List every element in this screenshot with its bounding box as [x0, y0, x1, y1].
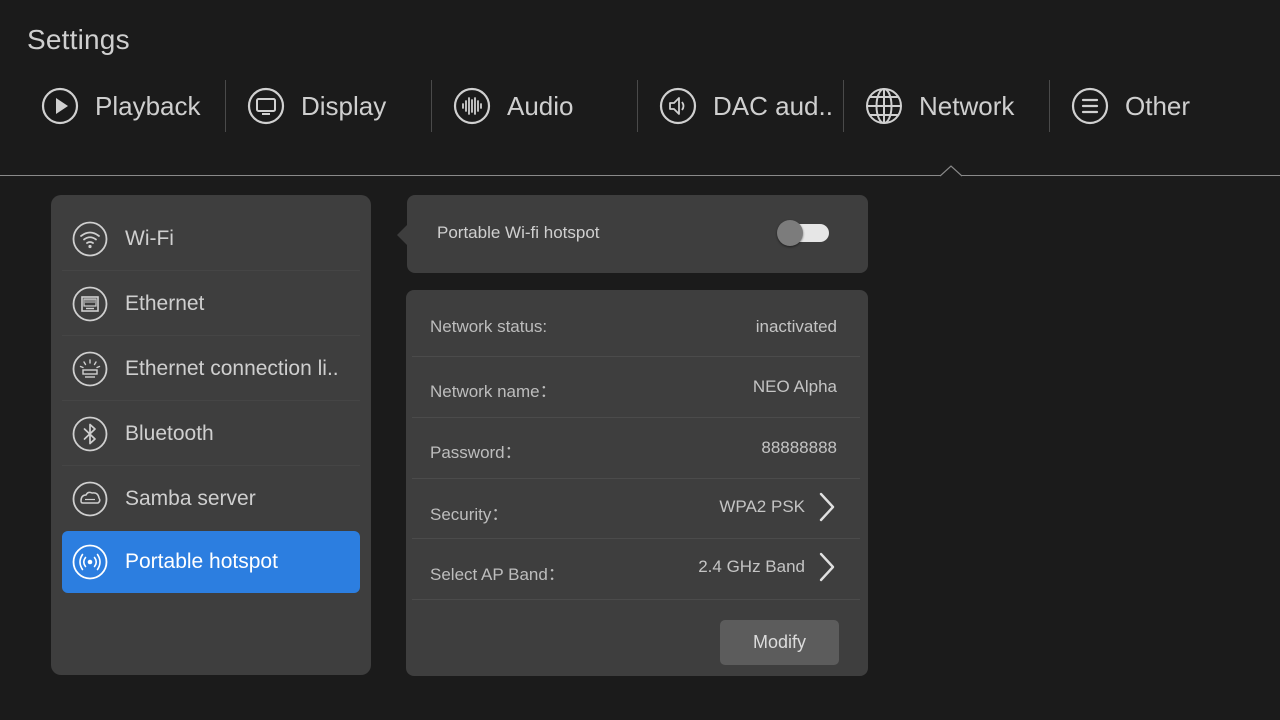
tab-audio[interactable]: Audio: [452, 78, 574, 134]
nav-item-ethernet-connection-light[interactable]: Ethernet connection li..: [62, 338, 360, 400]
chevron-right-icon: [818, 551, 836, 583]
nav-item-label: Ethernet: [125, 292, 205, 315]
nav-item-label: Wi-Fi: [125, 227, 174, 250]
nav-item-portable-hotspot[interactable]: Portable hotspot: [62, 531, 360, 593]
row-value: 88888888: [761, 438, 837, 457]
nav-item-bluetooth[interactable]: Bluetooth: [62, 403, 360, 465]
chevron-right-icon: [818, 491, 836, 523]
toggle-knob: [777, 220, 803, 246]
nav-item-ethernet[interactable]: Ethernet: [62, 273, 360, 335]
tab-divider: [1049, 80, 1050, 132]
menu-divider: [62, 270, 360, 271]
menu-divider: [62, 400, 360, 401]
speaker-icon: [658, 86, 698, 126]
wifi-icon: [72, 221, 108, 257]
category-tabs: Playback Display Audio DAC aud.. Network…: [0, 78, 1280, 134]
globe-icon: [864, 86, 904, 126]
nav-item-label: Samba server: [125, 487, 256, 510]
row-label: Network name：: [430, 382, 557, 401]
bluetooth-icon: [72, 416, 108, 452]
tab-divider: [843, 80, 844, 132]
tab-other[interactable]: Other: [1070, 78, 1190, 134]
network-menu: Wi-Fi Ethernet Ethernet connection li.. …: [51, 195, 371, 675]
nav-item-wifi[interactable]: Wi-Fi: [62, 208, 360, 270]
ethernet-light-icon: [72, 351, 108, 387]
panel-pointer: [397, 225, 407, 245]
tab-label: DAC aud..: [713, 90, 833, 121]
nav-item-label: Portable hotspot: [125, 550, 278, 573]
nav-item-label: Bluetooth: [125, 422, 214, 445]
row-value: WPA2 PSK: [719, 497, 805, 516]
row-network-status: Network status: inactivated: [406, 296, 868, 356]
tab-dac-audio[interactable]: DAC aud..: [658, 78, 833, 134]
tab-label: Display: [301, 90, 387, 121]
tab-label: Playback: [95, 90, 201, 121]
tab-underline: [0, 175, 1280, 176]
row-label: Security：: [430, 505, 509, 524]
tab-divider: [225, 80, 226, 132]
nav-item-label: Ethernet connection li..: [125, 357, 339, 380]
row-label: Select AP Band：: [430, 565, 565, 584]
row-label: Network status:: [430, 317, 548, 336]
row-security[interactable]: Security： WPA2 PSK: [406, 478, 868, 538]
monitor-icon: [246, 86, 286, 126]
page-title: Settings: [27, 24, 130, 55]
hotspot-details-panel: Network status: inactivated Network name…: [406, 290, 868, 676]
menu-divider: [62, 335, 360, 336]
selected-tab-indicator: [940, 165, 962, 177]
row-value: 2.4 GHz Band: [698, 557, 805, 576]
audio-waveform-icon: [452, 86, 492, 126]
play-circle-icon: [40, 86, 80, 126]
tab-label: Other: [1125, 90, 1191, 121]
row-label: Password：: [430, 443, 522, 462]
modify-button[interactable]: Modify: [720, 620, 839, 665]
samba-server-icon: [72, 481, 108, 517]
menu-lines-icon: [1070, 86, 1110, 126]
ethernet-port-icon: [72, 286, 108, 322]
hotspot-label: Portable Wi-fi hotspot: [437, 223, 600, 242]
row-password: Password： 88888888: [406, 417, 868, 477]
hotspot-toggle[interactable]: [777, 220, 829, 246]
row-value: inactivated: [755, 317, 837, 336]
tab-divider: [431, 80, 432, 132]
row-value: NEO Alpha: [752, 377, 837, 396]
menu-divider: [62, 465, 360, 466]
row-network-name: Network name： NEO Alpha: [406, 356, 868, 416]
tab-playback[interactable]: Playback: [40, 78, 201, 134]
hotspot-toggle-panel: Portable Wi-fi hotspot: [407, 195, 868, 273]
tab-divider: [637, 80, 638, 132]
tab-label: Network: [919, 90, 1015, 121]
tab-label: Audio: [507, 90, 574, 121]
row-divider: [412, 599, 860, 600]
nav-item-samba-server[interactable]: Samba server: [62, 468, 360, 530]
tab-network[interactable]: Network: [864, 78, 1014, 134]
hotspot-icon: [72, 544, 108, 580]
row-ap-band[interactable]: Select AP Band： 2.4 GHz Band: [406, 538, 868, 598]
tab-display[interactable]: Display: [246, 78, 386, 134]
